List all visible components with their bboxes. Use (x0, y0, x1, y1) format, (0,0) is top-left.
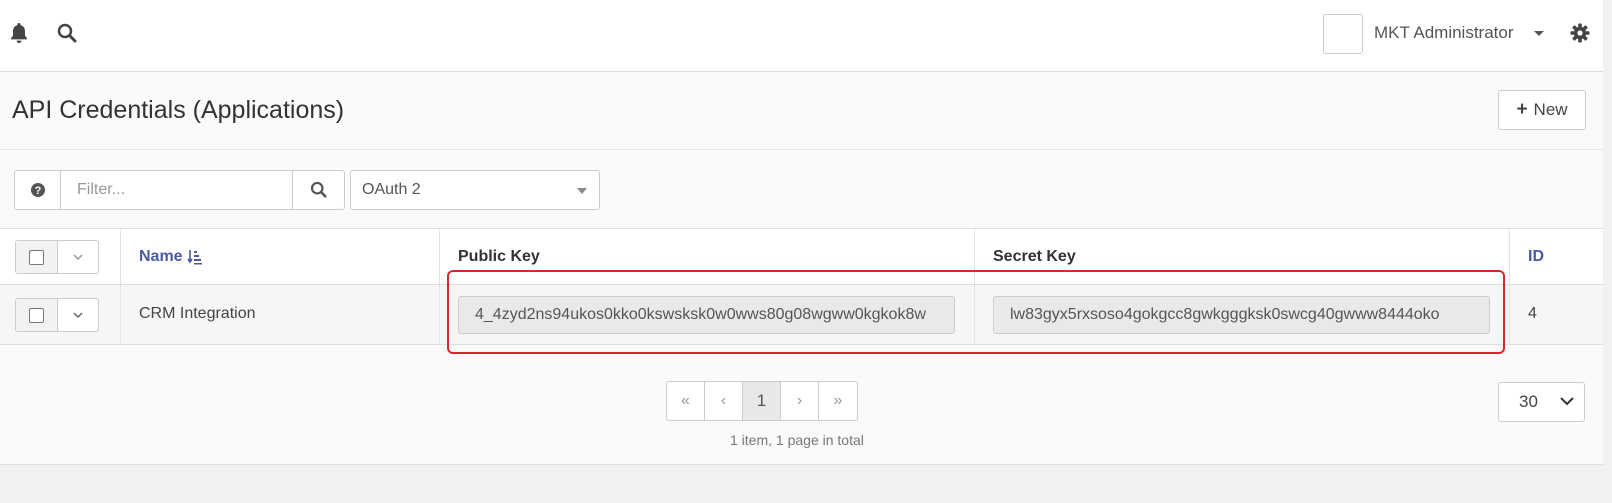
divider (0, 464, 1603, 465)
row-name-link[interactable]: CRM Integration (139, 305, 256, 323)
chevron-down-icon (1560, 397, 1574, 406)
new-button-label: New (1533, 100, 1568, 119)
search-icon (310, 181, 327, 198)
column-header-secret-key: Secret Key (993, 248, 1076, 265)
svg-text:?: ? (34, 185, 41, 197)
gear-icon[interactable] (1568, 21, 1592, 45)
main-content: API Credentials (Applications) + New ? O… (0, 72, 1603, 465)
divider (0, 149, 1603, 150)
pagination: « ‹ 1 › » (666, 381, 858, 421)
bulk-actions-dropdown[interactable] (58, 241, 98, 273)
search-icon[interactable] (56, 22, 78, 44)
page-title: API Credentials (Applications) (12, 96, 345, 124)
caret-down-icon (577, 188, 587, 194)
keys-highlight-box (447, 270, 1505, 354)
select-all-checkbox[interactable] (16, 241, 58, 273)
sort-icon (186, 250, 202, 265)
user-name[interactable]: MKT Administrator (1374, 23, 1514, 43)
column-header-id[interactable]: ID (1528, 248, 1544, 266)
next-page-button[interactable]: › (781, 382, 819, 420)
column-header-name[interactable]: Name (139, 248, 203, 266)
prev-page-button[interactable]: ‹ (705, 382, 743, 420)
row-actions-dropdown[interactable] (58, 299, 98, 331)
select-all-checkbox-group (15, 240, 99, 274)
new-button[interactable]: + New (1498, 90, 1586, 130)
top-navbar: MKT Administrator (0, 0, 1603, 72)
first-page-button[interactable]: « (667, 382, 705, 420)
chevron-down-icon (73, 312, 83, 318)
column-header-public-key: Public Key (458, 248, 540, 265)
filter-search-button[interactable] (292, 170, 345, 210)
page-1-button[interactable]: 1 (743, 382, 781, 420)
caret-down-icon[interactable] (1532, 29, 1546, 39)
per-page-select[interactable]: 30 (1498, 382, 1585, 422)
help-button[interactable]: ? (14, 170, 61, 210)
auth-type-select[interactable]: OAuth 2 (350, 170, 600, 210)
chevron-down-icon (73, 254, 83, 260)
filter-input[interactable] (60, 170, 293, 210)
question-circle-icon: ? (30, 183, 45, 197)
plus-icon: + (1516, 99, 1528, 120)
auth-type-value: OAuth 2 (362, 181, 421, 198)
per-page-value: 30 (1519, 392, 1538, 411)
row-id: 4 (1528, 305, 1537, 322)
row-checkbox-group (15, 298, 99, 332)
avatar[interactable] (1323, 14, 1363, 54)
pagination-info: 1 item, 1 page in total (730, 432, 864, 448)
scrollbar-track[interactable] (1603, 0, 1612, 503)
bell-icon[interactable] (8, 22, 30, 44)
last-page-button[interactable]: » (819, 382, 857, 420)
row-checkbox[interactable] (16, 299, 58, 331)
